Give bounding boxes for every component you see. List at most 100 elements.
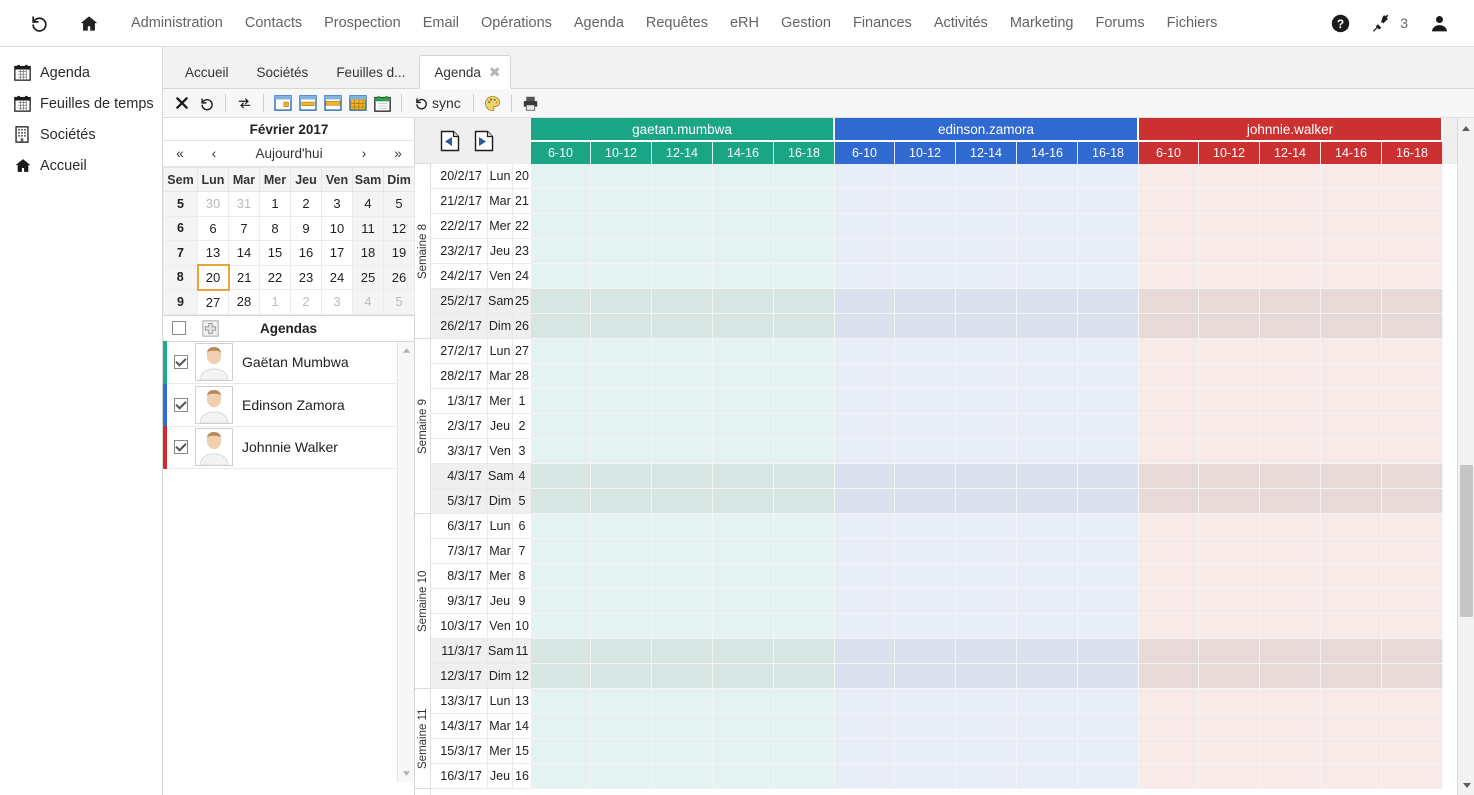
calendar-cell[interactable] <box>652 689 713 714</box>
calendar-cell[interactable] <box>1139 389 1199 414</box>
calendar-cell[interactable] <box>1199 714 1260 739</box>
calendar-cell[interactable] <box>774 314 835 339</box>
calendar-cell[interactable] <box>713 564 774 589</box>
calendar-cell[interactable] <box>956 389 1017 414</box>
minical-day-cell[interactable]: 14 <box>228 240 260 266</box>
calendar-cell[interactable] <box>531 764 591 789</box>
calendar-cell[interactable] <box>895 489 956 514</box>
calendar-cell[interactable] <box>774 589 835 614</box>
minical-day-cell[interactable]: 30 <box>197 191 229 217</box>
calendar-cell[interactable] <box>1260 489 1321 514</box>
calendar-cell[interactable] <box>1260 464 1321 489</box>
calendar-cell[interactable] <box>1260 189 1321 214</box>
time-slot-header[interactable]: 6-10 <box>835 142 895 164</box>
calendar-cell[interactable] <box>774 639 835 664</box>
calendar-cell[interactable] <box>1078 414 1139 439</box>
calendar-cell[interactable] <box>895 389 956 414</box>
calendar-cell[interactable] <box>1382 639 1443 664</box>
calendar-cell[interactable] <box>1078 589 1139 614</box>
calendar-cell[interactable] <box>1260 339 1321 364</box>
calendar-cell[interactable] <box>1321 189 1382 214</box>
calendar-cell[interactable] <box>531 464 591 489</box>
calendar-cell[interactable] <box>774 564 835 589</box>
calendar-cell[interactable] <box>1321 464 1382 489</box>
date-row[interactable]: 1/3/17 Mer 1 <box>431 388 531 414</box>
minical-day-cell[interactable]: 22 <box>259 264 291 290</box>
calendar-cell[interactable] <box>774 339 835 364</box>
calendar-cell[interactable] <box>774 164 835 189</box>
minical-day-cell[interactable]: 19 <box>383 240 415 266</box>
minical-day-cell[interactable]: 12 <box>383 215 415 241</box>
minical-day-cell[interactable]: 5 <box>383 289 415 315</box>
view-day-button[interactable] <box>270 91 295 116</box>
calendar-cell[interactable] <box>1382 764 1443 789</box>
calendar-cell[interactable] <box>531 689 591 714</box>
minical-day-cell[interactable]: 1 <box>259 191 291 217</box>
calendar-cell[interactable] <box>591 464 652 489</box>
tab-socits[interactable]: Sociétés <box>243 57 323 89</box>
calendar-cell[interactable] <box>1017 364 1078 389</box>
calendar-cell[interactable] <box>1078 364 1139 389</box>
calendar-cell[interactable] <box>956 464 1017 489</box>
calendar-cell[interactable] <box>1199 289 1260 314</box>
calendar-cell[interactable] <box>774 714 835 739</box>
minical-day-cell[interactable]: 4 <box>352 191 384 217</box>
date-row[interactable]: 9/3/17 Jeu 9 <box>431 588 531 614</box>
minical-day-cell[interactable]: 2 <box>290 191 322 217</box>
date-row[interactable]: 5/3/17 Dim 5 <box>431 488 531 514</box>
calendar-cell[interactable] <box>652 289 713 314</box>
calendar-cell[interactable] <box>1382 589 1443 614</box>
calendar-cell[interactable] <box>713 314 774 339</box>
calendar-cell[interactable] <box>713 389 774 414</box>
calendar-cell[interactable] <box>895 539 956 564</box>
calendar-cell[interactable] <box>895 339 956 364</box>
date-row[interactable]: 11/3/17 Sam 11 <box>431 638 531 664</box>
calendar-cell[interactable] <box>652 464 713 489</box>
calendar-cell[interactable] <box>652 664 713 689</box>
calendar-cell[interactable] <box>713 464 774 489</box>
calendar-cell[interactable] <box>1078 189 1139 214</box>
nav-link-activits[interactable]: Activités <box>923 0 999 47</box>
calendar-cell[interactable] <box>1321 664 1382 689</box>
calendar-cell[interactable] <box>956 239 1017 264</box>
calendar-cell[interactable] <box>1139 764 1199 789</box>
calendar-cell[interactable] <box>652 614 713 639</box>
calendar-cell[interactable] <box>956 689 1017 714</box>
calendar-cell[interactable] <box>713 339 774 364</box>
calendar-cell[interactable] <box>835 264 895 289</box>
calendar-cell[interactable] <box>835 539 895 564</box>
view-month-button[interactable] <box>345 91 370 116</box>
calendar-cell[interactable] <box>591 264 652 289</box>
calendar-scroll-down-button[interactable] <box>1458 775 1474 795</box>
agenda-list-scrollbar[interactable] <box>397 341 414 782</box>
calendar-cell[interactable] <box>652 339 713 364</box>
calendar-cell[interactable] <box>1321 314 1382 339</box>
help-icon[interactable]: ? <box>1320 14 1361 33</box>
time-slot-header[interactable]: 14-16 <box>1017 142 1078 164</box>
calendar-cell[interactable] <box>1382 739 1443 764</box>
select-all-agendas-checkbox[interactable] <box>172 321 186 335</box>
calendar-cell[interactable] <box>1139 464 1199 489</box>
calendar-cell[interactable] <box>652 164 713 189</box>
calendar-cell[interactable] <box>1078 439 1139 464</box>
calendar-cell[interactable] <box>1078 164 1139 189</box>
calendar-cell[interactable] <box>1139 239 1199 264</box>
minical-day-cell[interactable]: 15 <box>259 240 291 266</box>
calendar-cell[interactable] <box>652 389 713 414</box>
nav-link-forums[interactable]: Forums <box>1084 0 1155 47</box>
plug-connections-indicator[interactable]: 3 <box>1361 13 1419 33</box>
calendar-cell[interactable] <box>774 264 835 289</box>
calendar-cell[interactable] <box>895 614 956 639</box>
nav-prev-button[interactable]: ‹ <box>197 146 231 161</box>
calendar-cell[interactable] <box>713 689 774 714</box>
calendar-cell[interactable] <box>591 164 652 189</box>
nav-link-prospection[interactable]: Prospection <box>313 0 412 47</box>
calendar-cell[interactable] <box>1017 314 1078 339</box>
calendar-cell[interactable] <box>1382 564 1443 589</box>
calendar-cell[interactable] <box>1260 239 1321 264</box>
calendar-cell[interactable] <box>1321 714 1382 739</box>
nav-link-oprations[interactable]: Opérations <box>470 0 563 47</box>
calendar-cell[interactable] <box>835 164 895 189</box>
time-slot-header[interactable]: 10-12 <box>895 142 956 164</box>
nav-link-contacts[interactable]: Contacts <box>234 0 313 47</box>
